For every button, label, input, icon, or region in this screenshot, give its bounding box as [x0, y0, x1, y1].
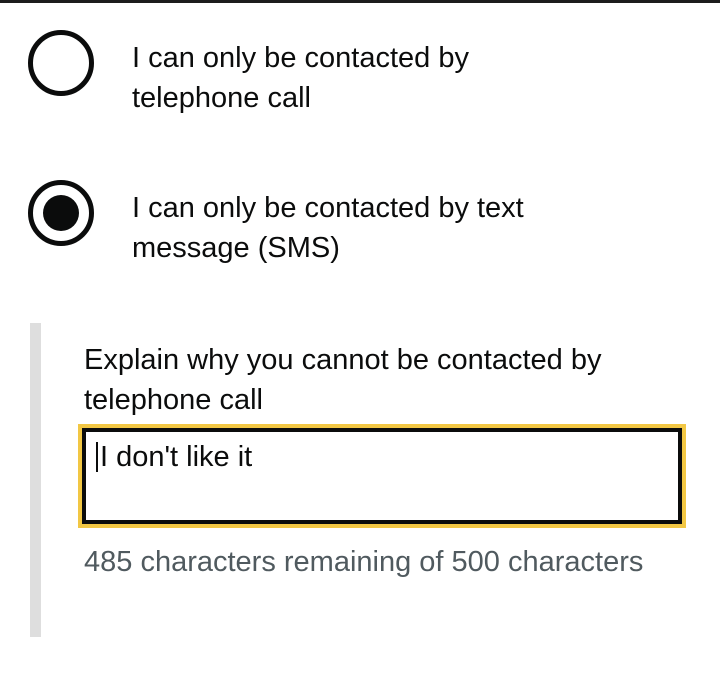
conditional-reveal-border: [30, 323, 41, 637]
radio-label-sms[interactable]: I can only be contacted by text message …: [132, 180, 572, 268]
radio-option-telephone[interactable]: I can only be contacted by telephone cal…: [28, 30, 688, 118]
explanation-textarea[interactable]: I don't like it: [86, 432, 678, 520]
top-divider: [0, 0, 720, 3]
textarea-value: I don't like it: [100, 441, 253, 473]
radio-button-telephone-unchecked[interactable]: [28, 30, 94, 96]
radio-option-sms[interactable]: I can only be contacted by text message …: [28, 180, 688, 268]
radio-button-sms-checked[interactable]: [28, 180, 94, 246]
textarea-label: Explain why you cannot be contacted by t…: [84, 344, 602, 416]
explanation-textarea-focus-ring[interactable]: I don't like it: [78, 424, 686, 528]
character-count-hint: 485 characters remaining of 500 characte…: [84, 546, 644, 578]
radio-selected-dot: [43, 195, 79, 231]
radio-label-telephone[interactable]: I can only be contacted by telephone cal…: [132, 30, 572, 118]
text-caret: [96, 442, 98, 472]
